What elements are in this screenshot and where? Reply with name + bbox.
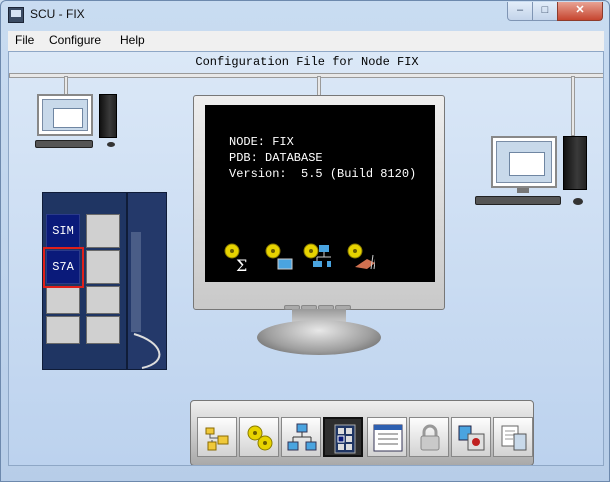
node-screen: NODE: FIX PDB: DATABASE Version: 5.5 (Bu… [205,105,435,282]
plc-cable [133,333,161,369]
node-name-text: NODE: FIX [229,135,294,149]
config-toolbar [190,400,534,465]
minimize-button[interactable]: – [507,2,533,21]
menu-configure[interactable]: Configure [49,33,101,47]
slot-empty[interactable] [46,286,80,314]
svg-text:Σ: Σ [236,256,247,271]
network-drop-left [64,76,68,96]
alarm-monitor-icon[interactable] [263,241,293,271]
slot-empty[interactable] [86,286,120,314]
window-title: SCU - FIX [30,7,85,21]
monitor [491,136,557,188]
slot-selection-highlight [43,247,84,288]
local-startup-button[interactable] [493,417,533,457]
version-text: Version: 5.5 (Build 8120) [229,167,417,181]
app-window: SCU - FIX – □ ✕ File Configure Help Conf… [0,0,610,482]
network-bus [9,73,603,78]
menu-help[interactable]: Help [120,33,145,47]
alarm-sigma-icon[interactable]: Σ [222,241,252,271]
menu-bar: File Configure Help [8,31,604,51]
security-button[interactable] [409,417,449,457]
network-config-icon [287,423,317,451]
scada-config-icon [334,424,356,454]
pdb-text: PDB: DATABASE [229,151,323,165]
task-config-button[interactable] [367,417,407,457]
monitor-base [257,320,381,355]
title-bar: SCU - FIX – □ ✕ [1,1,609,31]
scada-config-button[interactable] [323,417,363,457]
configuration-canvas: Configuration File for Node FIX SIM S7A … [8,51,604,466]
slot-empty[interactable] [46,316,80,344]
security-icon [420,424,440,451]
network-drop-center [317,76,321,96]
slot-empty[interactable] [86,250,120,284]
monitor-buttons [284,297,354,310]
node-monitor: NODE: FIX PDB: DATABASE Version: 5.5 (Bu… [193,95,445,310]
task-config-icon [373,424,403,452]
sql-config-icon [458,425,485,451]
slot-empty[interactable] [86,316,120,344]
path-config-button[interactable] [197,417,237,457]
alarm-network-icon[interactable] [301,241,331,271]
node-computer-left[interactable] [31,94,121,154]
node-computer-right[interactable] [471,136,599,212]
app-icon [8,7,24,23]
alarm-config-button[interactable] [239,417,279,457]
config-caption: Configuration File for Node FIX [195,55,419,69]
close-button[interactable]: ✕ [557,2,603,21]
slot-sim[interactable]: SIM [46,214,80,248]
sql-config-button[interactable] [451,417,491,457]
network-config-button[interactable] [281,417,321,457]
local-startup-icon [501,425,527,451]
alarm-printer-icon[interactable] [345,241,375,271]
path-config-icon [205,427,229,451]
maximize-button[interactable]: □ [532,2,558,21]
monitor [37,94,93,136]
menu-file[interactable]: File [15,33,34,47]
slot-empty[interactable] [86,214,120,248]
network-drop-right [571,76,575,136]
plc-rack: SIM S7A [42,192,172,372]
alarm-config-icon [247,425,273,451]
